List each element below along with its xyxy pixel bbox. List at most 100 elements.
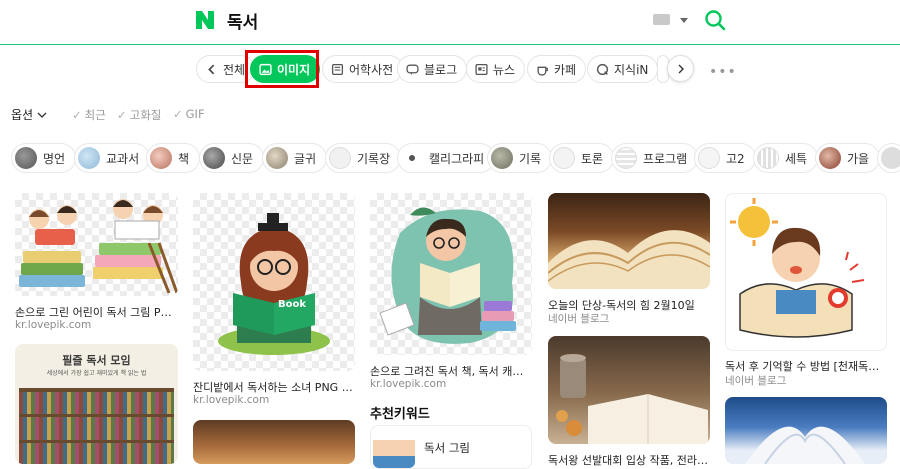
cafe-icon [537, 66, 548, 76]
search-icon[interactable] [704, 9, 726, 31]
keyword-chip[interactable]: 가을 [815, 143, 881, 173]
keyword-chip[interactable]: 책 [146, 143, 201, 173]
poster-subtitle: 세상에서 가장 쉽고 재미있게 책 읽는 법 [46, 370, 147, 377]
chip-label: 교과서 [106, 151, 140, 166]
shelf-divider [19, 414, 174, 417]
child-reading-cartoon [730, 198, 865, 338]
option-label: 고화질 [129, 108, 162, 122]
keyword-chip[interactable]: 캘리그라피 [397, 143, 496, 173]
keyword-chip[interactable]: 기록장 [325, 143, 402, 173]
option-gif[interactable]: ✓ GIF [173, 107, 205, 121]
image-result-card[interactable]: 필즐 독서 모임 세상에서 가장 쉽고 재미있게 책 읽는 법 [15, 344, 178, 464]
header: 독서 [0, 0, 900, 45]
chip-label: 글귀 [294, 151, 317, 166]
recommended-keyword-item[interactable]: 독서 그림 [370, 425, 532, 469]
result-image[interactable]: 필즐 독서 모임 세상에서 가장 쉽고 재미있게 책 읽는 법 [15, 344, 178, 464]
chip-label: 기록장 [357, 151, 391, 166]
result-image[interactable] [725, 193, 887, 351]
result-caption[interactable]: 독서 후 기억할 수 방법 [천재독서법] [725, 358, 887, 374]
result-source[interactable]: kr.lovepik.com [193, 394, 269, 406]
chip-label: 프로그램 [643, 151, 688, 166]
tab-dictionary[interactable]: 어학사전 [322, 55, 404, 83]
keyword-chip[interactable]: 신문 [199, 143, 265, 173]
result-caption[interactable]: 잔디밭에서 독서하는 소녀 PNG 일러스... [193, 379, 355, 395]
result-source[interactable]: 네이버 블로그 [548, 311, 609, 326]
result-caption[interactable]: 손으로 그려진 독서 책, 독서 캐릭터, 비... [370, 363, 532, 379]
tab-kin[interactable]: 지식iN [587, 55, 659, 83]
result-source[interactable]: 네이버 블로그 [725, 373, 786, 388]
tab-news[interactable]: 뉴스 [466, 55, 526, 83]
keyword-chip[interactable]: 명언 [11, 143, 77, 173]
result-image[interactable] [548, 336, 710, 444]
tab-label: 뉴스 [493, 62, 516, 77]
check-icon: ✓ [117, 108, 127, 122]
more-icon[interactable]: ••• [709, 64, 737, 80]
result-image[interactable] [370, 193, 532, 355]
tab-blog[interactable]: 블로그 [397, 55, 468, 83]
chip-thumbnail [266, 147, 288, 169]
next-tabs-button[interactable] [667, 55, 694, 82]
chip-thumbnail [819, 147, 841, 169]
tab-label: 블로그 [424, 62, 458, 77]
chip-label: 캘리그라피 [429, 151, 485, 166]
chevron-down-icon [37, 112, 47, 118]
search-query[interactable]: 독서 [227, 8, 258, 33]
options-toggle[interactable]: 옵션 [11, 106, 47, 123]
chevron-down-icon[interactable] [680, 18, 688, 23]
search-tabs: 전체 이미지 어학사전 블로그 뉴스 카페 지식iN [0, 52, 900, 86]
keyword-chip[interactable]: 세특 [753, 143, 819, 173]
girl-reading-illustration [218, 213, 330, 355]
option-recent[interactable]: ✓ 최근 [72, 107, 106, 123]
result-caption[interactable]: 손으로 그린 어린이 독서 그림 PNG 일... [15, 304, 178, 320]
tab-cafe[interactable]: 카페 [527, 55, 587, 83]
image-result-card[interactable]: 오늘의 단상-독서의 힘 2월10일 네이버 블로그 [548, 193, 710, 326]
image-result-card[interactable] [725, 397, 887, 464]
image-result-card[interactable]: 손으로 그려진 독서 책, 독서 캐릭터, 비... kr.lovepik.co… [370, 193, 532, 393]
flipping-pages-photo [745, 426, 865, 464]
result-image[interactable] [548, 193, 710, 289]
dictionary-icon [331, 63, 344, 75]
chip-label: 명언 [43, 151, 66, 166]
chip-thumbnail [329, 147, 351, 169]
image-result-card[interactable]: Book 잔디밭에서 독서하는 소녀 PNG 일러스... kr.lovepik… [193, 193, 355, 413]
q-icon [596, 63, 609, 75]
keyword-chip[interactable]: 토론 [549, 143, 615, 173]
keyword-chip[interactable]: 교과서 [74, 143, 151, 173]
chip-label: 기록 [519, 151, 542, 166]
result-image[interactable] [193, 420, 355, 464]
image-result-card[interactable]: 독서 후 기억할 수 방법 [천재독서법] 네이버 블로그 [725, 193, 887, 387]
image-result-card[interactable]: 손으로 그린 어린이 독서 그림 PNG 일... kr.lovepik.com [15, 193, 178, 333]
keyboard-icon[interactable] [653, 14, 670, 25]
chip-label: 토론 [581, 151, 604, 166]
book-and-tea-photo [556, 354, 708, 444]
option-label: 최근 [84, 108, 106, 122]
chip-thumbnail [203, 147, 225, 169]
tab-label: 카페 [554, 62, 577, 77]
chip-thumbnail [15, 147, 37, 169]
keyword-chip[interactable]: 기록 [487, 143, 553, 173]
image-result-card[interactable]: 독서왕 선발대회 입상 작품, 전라남도 독... [548, 336, 710, 467]
tab-label: 지식iN [614, 62, 649, 77]
book-label: Book [278, 299, 307, 310]
option-hd[interactable]: ✓ 고화질 [117, 107, 161, 123]
result-image[interactable] [15, 193, 178, 296]
result-image[interactable]: Book [193, 193, 355, 371]
chip-thumbnail [698, 147, 720, 169]
result-source[interactable]: kr.lovepik.com [15, 319, 91, 331]
naver-logo-icon[interactable] [194, 9, 216, 31]
result-caption[interactable]: 독서왕 선발대회 입상 작품, 전라남도 독... [548, 452, 710, 468]
keyword-chip[interactable]: 글귀 [262, 143, 328, 173]
result-source[interactable]: kr.lovepik.com [370, 378, 446, 390]
boy-reading-illustration [379, 207, 516, 344]
shelf-divider [19, 440, 174, 443]
chevron-left-icon [208, 64, 215, 74]
chip-thumbnail [150, 147, 172, 169]
result-image[interactable] [725, 397, 887, 464]
keyword-chip[interactable] [877, 143, 900, 173]
recommended-keywords-title: 추천키워드 [370, 407, 430, 422]
check-icon: ✓ [72, 108, 82, 122]
keyword-chip[interactable]: 프로그램 [611, 143, 699, 173]
keyword-chip[interactable]: 고2 [694, 143, 756, 173]
image-result-card[interactable] [193, 420, 355, 464]
news-icon [475, 63, 488, 75]
